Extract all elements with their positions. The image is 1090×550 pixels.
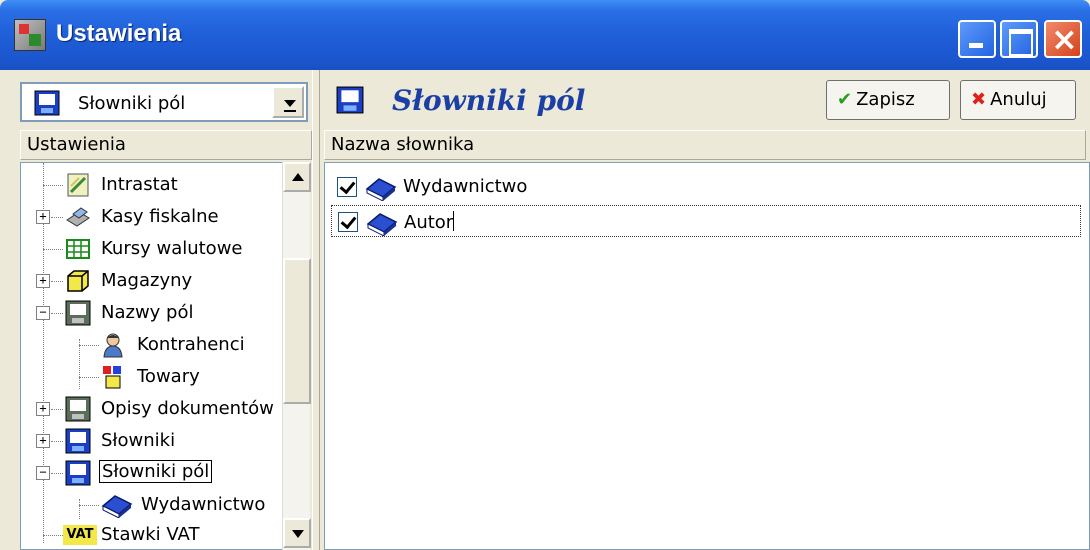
tree-item-wydawnictwo[interactable]: Wydawnictwo: [21, 489, 281, 521]
tree-line: [51, 313, 63, 314]
settings-category-select[interactable]: Słowniki pól: [20, 82, 308, 122]
enabled-checkbox[interactable]: [338, 212, 358, 232]
save-button[interactable]: ✔ Zapisz: [826, 80, 950, 120]
tree-item-label: Wydawnictwo: [141, 494, 266, 515]
list-item-edit[interactable]: Autor: [404, 211, 455, 233]
expand-icon[interactable]: +: [36, 402, 50, 416]
dictionary-icon: [34, 90, 60, 116]
text-caret: [453, 211, 455, 231]
cancel-button[interactable]: ✖ Anuluj: [960, 80, 1076, 120]
tree-line: [51, 281, 63, 282]
tree-item-nazwy-pol[interactable]: − Nazwy pól: [21, 297, 281, 329]
tree-item-stawki-vat[interactable]: VAT Stawki VAT: [21, 519, 281, 549]
list-item-label: Wydawnictwo: [403, 176, 528, 197]
book-icon: [366, 213, 398, 236]
tree-item-opisy-dokumentow[interactable]: + Opisy dokumentów: [21, 393, 281, 425]
collapse-icon[interactable]: −: [36, 466, 50, 480]
list-item[interactable]: Wydawnictwo: [331, 171, 1081, 203]
title-bar: Ustawienia ×: [0, 0, 1090, 70]
tree-line: [51, 409, 63, 410]
vat-icon: VAT: [63, 525, 97, 545]
book-icon: [101, 495, 133, 518]
tree-item-towary[interactable]: Towary: [21, 361, 281, 393]
tree-item-kontrahenci[interactable]: Kontrahenci: [21, 329, 281, 361]
window-title: Ustawienia: [56, 20, 182, 47]
dictionary-icon: [65, 460, 91, 486]
maximize-button[interactable]: [1000, 20, 1038, 58]
expand-icon[interactable]: +: [36, 274, 50, 288]
column-header: Nazwa słownika: [324, 130, 1086, 160]
expand-icon[interactable]: +: [36, 434, 50, 448]
tree-item-magazyny[interactable]: + Magazyny: [21, 265, 281, 297]
close-button[interactable]: ×: [1044, 20, 1082, 58]
settings-tree[interactable]: Intrastat + Kasy fiskalne Kursy walutowe…: [20, 162, 308, 550]
intrastat-icon: [67, 173, 89, 197]
minimize-button[interactable]: [958, 20, 996, 58]
person-icon: [103, 333, 123, 358]
tree-line: [51, 217, 63, 218]
scroll-thumb[interactable]: [283, 258, 311, 404]
tree-item-label: Stawki VAT: [101, 524, 200, 545]
warehouse-box-icon: [67, 270, 89, 292]
tree-line: [79, 345, 99, 346]
scroll-up-button[interactable]: [283, 162, 311, 192]
tree-item-label: Słowniki pól: [99, 460, 213, 483]
tree-item-label: Kasy fiskalne: [101, 206, 219, 227]
list-item[interactable]: Autor: [331, 205, 1081, 237]
form-icon: [65, 396, 91, 422]
expand-icon[interactable]: +: [36, 210, 50, 224]
tree-item-label: Kontrahenci: [137, 334, 245, 355]
tree-line: [43, 249, 63, 250]
close-icon: ×: [1051, 20, 1078, 58]
cross-icon: ✖: [971, 89, 987, 110]
tree-item-label: Kursy walutowe: [101, 238, 243, 259]
collapse-icon[interactable]: −: [36, 306, 50, 320]
tree-item-label: Towary: [137, 366, 200, 387]
dictionary-list[interactable]: Wydawnictwo Autor: [324, 162, 1090, 550]
tree-item-kasy-fiskalne[interactable]: + Kasy fiskalne: [21, 201, 281, 233]
tree-item-slowniki[interactable]: + Słowniki: [21, 425, 281, 457]
combo-value: Słowniki pól: [78, 93, 186, 114]
goods-icon: [103, 366, 121, 389]
scroll-down-button[interactable]: [283, 518, 311, 548]
right-pane-header: Słowniki pól ✔ Zapisz ✖ Anuluj: [324, 78, 1086, 124]
tree-item-intrastat[interactable]: Intrastat: [21, 169, 281, 201]
tree-line: [43, 535, 63, 536]
tree-item-slowniki-pol[interactable]: − Słowniki pól: [21, 457, 281, 489]
pane-splitter[interactable]: [312, 70, 320, 550]
tree-item-label: Magazyny: [101, 270, 193, 291]
tree-scrollbar[interactable]: [282, 162, 311, 550]
dictionary-icon: [65, 428, 91, 454]
tree-item-label: Intrastat: [101, 174, 178, 195]
app-icon: [14, 19, 46, 51]
combo-dropdown-button[interactable]: [272, 86, 304, 118]
tree-item-label: Słowniki: [101, 430, 176, 451]
dictionary-icon: [336, 86, 364, 114]
tree-item-label: Nazwy pól: [101, 302, 194, 323]
tree-line: [51, 473, 63, 474]
enabled-checkbox[interactable]: [337, 177, 357, 197]
tree-line: [79, 505, 99, 506]
tree-item-label: Opisy dokumentów: [101, 398, 274, 419]
tree-line: [79, 377, 99, 378]
check-icon: ✔: [837, 89, 853, 110]
tree-item-kursy-walutowe[interactable]: Kursy walutowe: [21, 233, 281, 265]
tree-header: Ustawienia: [20, 130, 312, 160]
currency-grid-icon: [66, 239, 90, 259]
form-icon: [65, 300, 91, 326]
book-icon: [365, 178, 397, 201]
tree-line: [51, 441, 63, 442]
cash-register-icon: [66, 207, 90, 227]
tree-line: [43, 185, 63, 186]
page-title: Słowniki pól: [392, 84, 586, 117]
